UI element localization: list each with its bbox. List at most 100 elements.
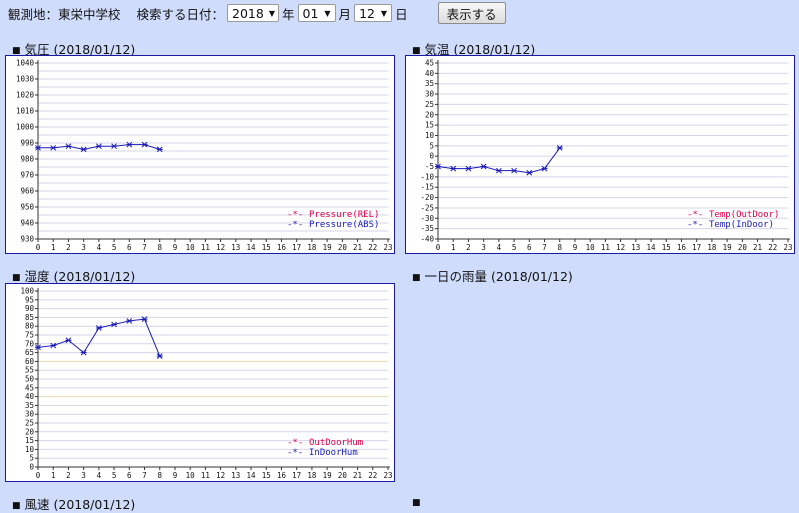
x-tick-label: 5	[112, 243, 117, 252]
x-tick-label: 16	[277, 471, 287, 480]
legend-label: Temp(InDoor)	[709, 220, 774, 230]
y-tick-label: 35	[425, 79, 434, 88]
x-tick-label: 10	[186, 243, 196, 252]
x-tick-label: 11	[201, 243, 210, 252]
data-point	[126, 318, 133, 324]
data-point	[50, 144, 57, 151]
x-tick-label: 7	[142, 471, 147, 480]
y-tick-label: 1010	[16, 107, 35, 116]
x-tick-label: 15	[262, 471, 271, 480]
data-point	[80, 349, 87, 356]
y-tick-label: -10	[420, 172, 434, 181]
x-tick-label: 7	[542, 243, 547, 252]
x-tick-label: 4	[97, 243, 102, 252]
pressure-chart: 930 940 950 960 970 980 990 1000 1010 1020 1030 104…	[5, 55, 395, 254]
x-tick-label: 18	[307, 243, 317, 252]
legend-label: Temp(OutDoor)	[709, 210, 779, 220]
x-tick-label: 7	[142, 243, 147, 252]
y-tick-label: 990	[20, 139, 34, 148]
legend-marker: -*-	[287, 448, 303, 458]
x-tick-label: 3	[481, 243, 486, 252]
legend-marker: -*-	[287, 210, 303, 220]
y-tick-label: 85	[25, 313, 34, 322]
month-unit: 月	[338, 6, 352, 22]
y-tick-label: 1040	[16, 59, 35, 68]
y-tick-label: 40	[25, 392, 35, 401]
x-tick-label: 22	[768, 243, 777, 252]
y-tick-label: 60	[25, 357, 35, 366]
x-tick-label: 11	[201, 471, 210, 480]
rain-title-text: 一日の雨量 (2018/01/12)	[424, 269, 573, 284]
y-tick-label: -30	[420, 214, 434, 223]
legend-marker: -*-	[287, 438, 303, 448]
x-tick-label: 8	[157, 471, 162, 480]
humidity-chart-svg: 0510152025303540455055606570758085909510…	[20, 287, 392, 481]
y-tick-label: 10	[425, 131, 435, 140]
x-tick-label: 17	[292, 471, 301, 480]
legend-marker: -*-	[287, 220, 303, 230]
x-tick-label: 11	[601, 243, 610, 252]
y-tick-label: -40	[420, 235, 434, 244]
x-tick-label: 9	[173, 471, 178, 480]
x-tick-label: 12	[216, 471, 225, 480]
data-point	[495, 167, 502, 174]
y-tick-label: 1020	[16, 91, 35, 100]
y-tick-label: 15	[425, 121, 434, 130]
x-tick-label: 15	[262, 243, 271, 252]
legend-label: Pressure(REL)	[309, 210, 379, 220]
y-tick-label: 5	[429, 141, 434, 150]
show-button[interactable]: 表示する	[437, 2, 506, 24]
x-tick-label: 4	[497, 243, 502, 252]
x-tick-label: 6	[527, 243, 532, 252]
day-select[interactable]: 12 ▼	[354, 4, 393, 22]
y-tick-label: 45	[425, 59, 434, 68]
x-tick-label: 18	[707, 243, 717, 252]
year-unit: 年	[282, 6, 295, 22]
data-point	[111, 143, 118, 150]
station-label: 観測地：東栄中学校	[8, 6, 121, 22]
series-line	[37, 318, 161, 357]
y-tick-label: 20	[425, 110, 435, 119]
legend-marker: -*-	[687, 210, 703, 220]
x-tick-label: 18	[307, 471, 317, 480]
y-tick-label: 35	[25, 401, 34, 410]
x-tick-label: 16	[277, 243, 287, 252]
x-tick-label: 4	[97, 471, 102, 480]
x-tick-label: 23	[783, 243, 792, 252]
chevron-down-icon: ▼	[324, 8, 331, 18]
x-tick-label: 21	[353, 243, 362, 252]
y-tick-label: 25	[425, 100, 434, 109]
x-tick-label: 22	[368, 243, 377, 252]
chevron-down-icon: ▼	[268, 8, 275, 18]
x-tick-label: 2	[466, 243, 471, 252]
x-tick-label: 21	[353, 471, 362, 480]
square-bullet-icon: ■	[412, 273, 421, 283]
data-point	[95, 143, 102, 150]
year-select[interactable]: 2018 ▼	[227, 4, 280, 22]
y-tick-label: 40	[425, 69, 435, 78]
x-tick-label: 20	[738, 243, 748, 252]
data-point	[511, 167, 518, 174]
y-tick-label: 15	[25, 436, 34, 445]
day-unit: 日	[395, 6, 408, 22]
y-tick-label: 970	[20, 171, 34, 180]
x-tick-label: 17	[692, 243, 701, 252]
x-tick-label: 14	[247, 471, 257, 480]
x-tick-label: 1	[51, 243, 56, 252]
month-select-value: 01	[302, 5, 319, 21]
legend-label: InDoorHum	[309, 448, 358, 458]
y-tick-label: 90	[25, 304, 35, 313]
x-tick-label: 5	[512, 243, 517, 252]
y-tick-label: 0	[429, 152, 434, 161]
humidity-chart: 0 5 10 15 20 25 30 35 40 45 50 55 60 65 70 75 80 85 90 95 10…	[5, 283, 395, 482]
x-tick-label: 15	[662, 243, 671, 252]
x-tick-label: 1	[51, 471, 56, 480]
x-tick-label: 13	[231, 243, 240, 252]
series-line	[38, 144, 160, 150]
x-tick-label: 19	[323, 471, 332, 480]
chevron-down-icon: ▼	[380, 8, 388, 18]
x-tick-label: 6	[127, 471, 132, 480]
month-select[interactable]: 01 ▼	[297, 4, 336, 22]
search-date-label: 検索する日付：	[136, 6, 225, 22]
humidity-title-text: 湿度 (2018/01/12)	[24, 269, 136, 284]
